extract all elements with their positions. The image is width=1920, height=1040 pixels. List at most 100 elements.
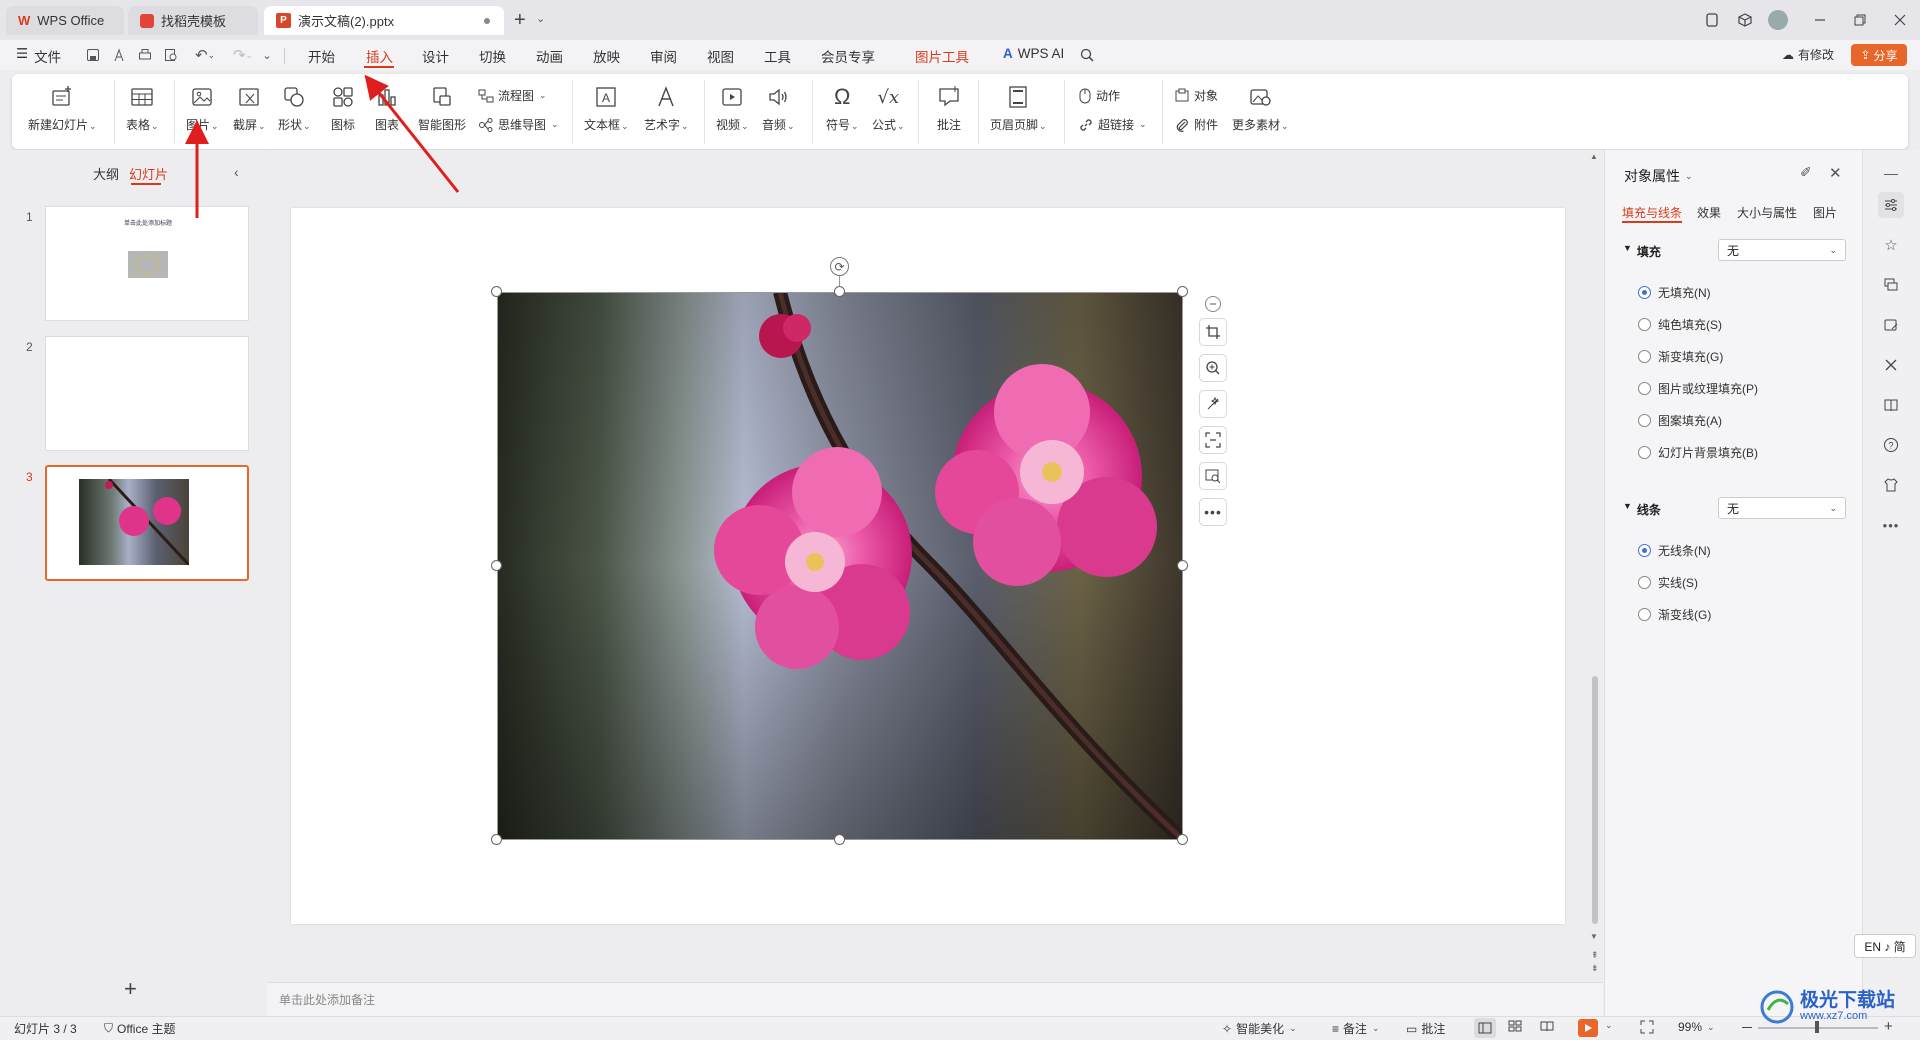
header-footer-button[interactable]: 页眉页脚⌄ [990,84,1047,133]
slide-thumbnail-2[interactable] [45,336,249,451]
add-slide-button[interactable]: + [124,976,137,1002]
radio-slide-background-fill[interactable]: 幻灯片背景填充(B) [1638,444,1758,461]
crop-icon[interactable] [1199,318,1227,346]
tab-fill-line[interactable]: 填充与线条 [1622,204,1682,221]
tab-wps-office[interactable]: W WPS Office [6,6,124,35]
resize-handle-sw[interactable] [491,834,502,845]
close-icon[interactable] [1888,8,1912,32]
line-section-header[interactable]: ▼ 线条 [1623,501,1661,518]
menu-transition[interactable]: 切换 [479,46,506,66]
tab-outline[interactable]: 大纲 [93,164,119,183]
notes-pane[interactable] [267,982,1603,1016]
slide-thumbnail-1[interactable]: 单击此处添加标题 [45,206,249,321]
picture-button[interactable]: 图片⌄ [186,84,219,133]
screenshot-button[interactable]: 截屏⌄ [233,84,266,133]
fill-dropdown[interactable]: 无 ⌄ [1718,239,1846,261]
reading-view-icon[interactable] [1540,1020,1554,1032]
notes-toggle-button[interactable]: ≡ 备注 ⌄ [1332,1020,1380,1037]
mindmap-button[interactable]: 思维导图 ⌄ [478,116,559,133]
radio-solid-fill[interactable]: 纯色填充(S) [1638,316,1722,333]
comment-button[interactable]: 批注 [936,84,962,133]
new-slide-button[interactable]: 新建幻灯片⌄ [28,84,97,133]
zoom-out-icon[interactable] [1742,1027,1752,1028]
share-button[interactable]: ⇪ 分享 [1851,44,1907,66]
hyperlink-button[interactable]: 超链接 ⌄ [1078,116,1147,133]
menu-animation[interactable]: 动画 [536,46,563,66]
shirt-icon[interactable] [1878,472,1904,498]
menu-home[interactable]: 开始 [308,46,335,66]
tools-icon[interactable] [1878,352,1904,378]
magic-tools-icon[interactable] [1199,390,1227,418]
menu-tools[interactable]: 工具 [764,46,791,66]
menu-review[interactable]: 审阅 [650,46,677,66]
action-button[interactable]: 动作 [1078,87,1120,104]
restore-icon[interactable] [1848,8,1872,32]
undo-icon[interactable]: ↶ ⌄ [190,45,220,65]
table-button[interactable]: 表格⌄ [126,84,159,133]
fit-window-icon[interactable] [1640,1020,1654,1034]
next-slide-icon[interactable]: ⇟ [1591,963,1599,974]
menu-view[interactable]: 视图 [707,46,734,66]
tab-list-chevron-icon[interactable]: ⌄ [536,12,545,25]
menu-slideshow[interactable]: 放映 [593,46,620,66]
normal-view-icon[interactable] [1474,1018,1496,1038]
smart-graphic-button[interactable]: 智能图形 [418,84,466,133]
radio-pattern-fill[interactable]: 图案填充(A) [1638,412,1722,429]
more-materials-button[interactable]: 更多素材⌄ [1232,84,1289,133]
redo-icon[interactable]: ↷ ⌄ [228,45,258,65]
rotate-handle-icon[interactable]: ⟳ [830,257,849,276]
sidebar-more-icon[interactable]: ••• [1878,512,1904,538]
sidebar-collapse-icon[interactable]: — [1878,160,1904,186]
print-preview-icon[interactable] [160,45,182,65]
tab-presentation[interactable]: P 演示文稿(2).pptx [264,6,504,35]
pdf-export-icon[interactable] [108,45,130,65]
zoom-level[interactable]: 99% ⌄ [1678,1020,1715,1034]
radio-no-line[interactable]: 无线条(N) [1638,542,1711,559]
customize-toolbar-chevron-icon[interactable]: ⌄ [256,45,278,65]
fill-section-header[interactable]: ▼ 填充 [1623,243,1661,260]
comment-toggle-button[interactable]: ▭ 批注 [1406,1020,1445,1037]
slide-sorter-icon[interactable] [1508,1020,1522,1032]
radio-no-fill[interactable]: 无填充(N) [1638,284,1711,301]
tab-effects[interactable]: 效果 [1697,204,1721,221]
menu-design[interactable]: 设计 [422,46,449,66]
menu-picture-tools[interactable]: 图片工具 [915,46,969,66]
file-menu[interactable]: ☰ 文件 [16,46,61,66]
menu-member[interactable]: 会员专享 [821,46,875,66]
box-icon[interactable] [1733,8,1757,32]
tab-size-properties[interactable]: 大小与属性 [1737,204,1797,221]
pin-icon[interactable]: ✐ [1800,164,1812,181]
resize-handle-s[interactable] [834,834,845,845]
zoom-in-icon[interactable] [1199,354,1227,382]
radio-picture-texture-fill[interactable]: 图片或纹理填充(P) [1638,380,1758,397]
plum-blossom-picture[interactable] [497,292,1183,840]
flowchart-button[interactable]: 流程图 ⌄ [478,87,547,104]
play-slideshow-icon[interactable] [1578,1019,1598,1037]
minimize-icon[interactable] [1808,8,1832,32]
search-icon[interactable] [1076,45,1098,65]
scan-icon[interactable] [1199,426,1227,454]
collapse-toolbar-icon[interactable] [1205,296,1221,312]
print-icon[interactable] [134,45,156,65]
help-icon[interactable]: ? [1878,432,1904,458]
user-avatar[interactable] [1766,8,1790,32]
radio-solid-line[interactable]: 实线(S) [1638,574,1698,591]
attachment-button[interactable]: 附件 [1174,116,1218,133]
properties-icon[interactable] [1878,192,1904,218]
image-search-icon[interactable] [1199,462,1227,490]
resize-handle-nw[interactable] [491,286,502,297]
prev-slide-icon[interactable]: ⇞ [1591,950,1599,961]
scrollbar-thumb[interactable] [1592,676,1598,924]
slide-thumbnail-3[interactable] [45,465,249,581]
smart-beautify-button[interactable]: ✧ 智能美化 ⌄ [1222,1020,1297,1037]
book-icon[interactable] [1878,392,1904,418]
video-button[interactable]: 视频⌄ [716,84,749,133]
object-button[interactable]: 对象 [1174,87,1218,104]
tab-picture[interactable]: 图片 [1813,204,1837,221]
art-text-button[interactable]: 艺术字⌄ [644,84,689,133]
save-icon[interactable] [82,45,104,65]
modify-status[interactable]: ☁ 有修改 [1782,46,1834,63]
shape-button[interactable]: 形状⌄ [278,84,311,133]
scroll-down-icon[interactable]: ▼ [1590,932,1598,941]
textbox-button[interactable]: A 文本框⌄ [584,84,629,133]
